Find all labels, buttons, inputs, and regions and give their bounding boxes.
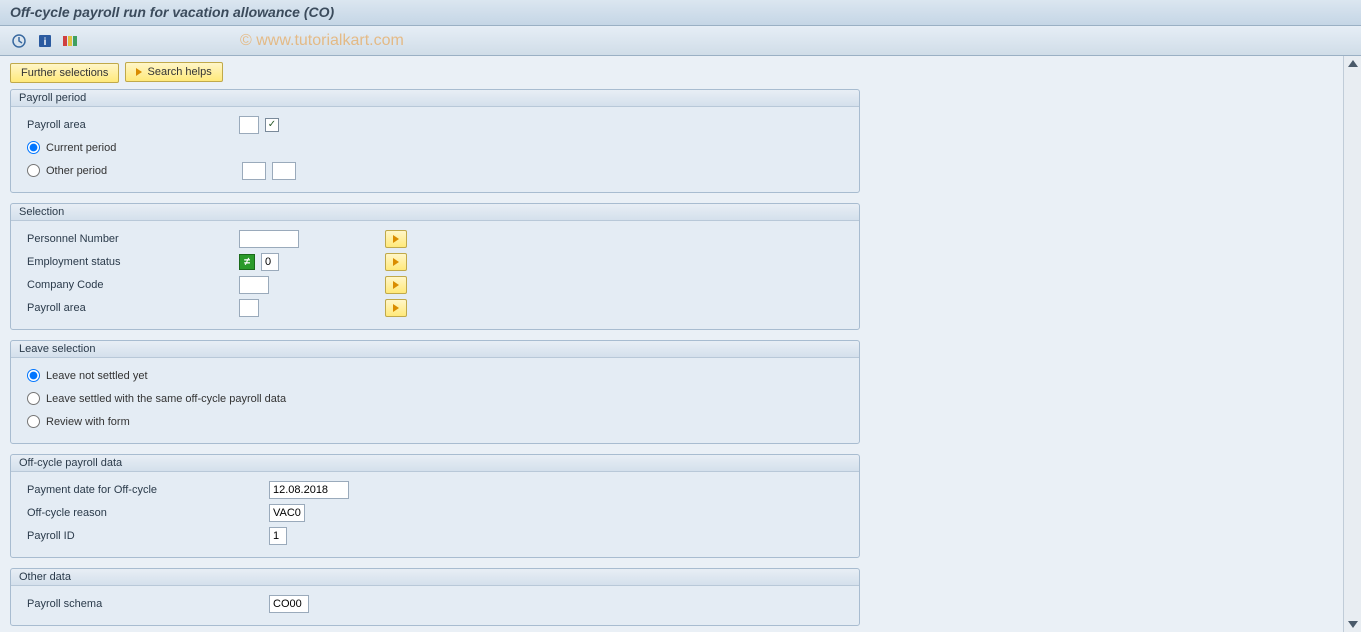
leave-not-settled-radio[interactable]: [27, 369, 40, 382]
company-code-label: Company Code: [23, 279, 233, 291]
payroll-area-sel-label: Payroll area: [23, 302, 233, 314]
other-period-label: Other period: [46, 165, 236, 177]
arrow-right-icon: [393, 304, 399, 312]
group-payroll-period: Payroll period Payroll area ✓ Current pe…: [10, 89, 860, 193]
payroll-area-checkbox[interactable]: ✓: [265, 118, 279, 132]
leave-settled-radio[interactable]: [27, 392, 40, 405]
offcycle-reason-field[interactable]: [269, 504, 305, 522]
company-code-multi-button[interactable]: [385, 276, 407, 294]
scroll-down-icon[interactable]: [1348, 621, 1358, 628]
payroll-area-field[interactable]: [239, 116, 259, 134]
other-period-from-field[interactable]: [242, 162, 266, 180]
not-equal-icon[interactable]: ≠: [239, 254, 255, 270]
offcycle-reason-label: Off-cycle reason: [23, 507, 263, 519]
main-content: Further selections Search helps Payroll …: [0, 56, 1343, 632]
arrow-right-icon: [136, 68, 142, 76]
payroll-area-label: Payroll area: [23, 119, 233, 131]
group-selection: Selection Personnel Number Employment st…: [10, 203, 860, 330]
payroll-id-field[interactable]: [269, 527, 287, 545]
execute-icon[interactable]: [10, 32, 28, 50]
personnel-number-multi-button[interactable]: [385, 230, 407, 248]
group-title-offcycle-data: Off-cycle payroll data: [11, 455, 859, 472]
personnel-number-label: Personnel Number: [23, 233, 233, 245]
other-period-radio[interactable]: [27, 164, 40, 177]
current-period-radio[interactable]: [27, 141, 40, 154]
employment-status-multi-button[interactable]: [385, 253, 407, 271]
search-helps-button[interactable]: Search helps: [125, 62, 223, 82]
payroll-area-sel-field[interactable]: [239, 299, 259, 317]
svg-text:i: i: [44, 37, 47, 48]
payment-date-field[interactable]: [269, 481, 349, 499]
group-leave-selection: Leave selection Leave not settled yet Le…: [10, 340, 860, 444]
leave-not-settled-label: Leave not settled yet: [46, 370, 148, 382]
payroll-area-multi-button[interactable]: [385, 299, 407, 317]
employment-status-label: Employment status: [23, 256, 233, 268]
personnel-number-field[interactable]: [239, 230, 299, 248]
review-form-label: Review with form: [46, 416, 130, 428]
further-selections-button[interactable]: Further selections: [10, 63, 119, 83]
payment-date-label: Payment date for Off-cycle: [23, 484, 263, 496]
other-period-to-field[interactable]: [272, 162, 296, 180]
group-title-other-data: Other data: [11, 569, 859, 586]
leave-settled-label: Leave settled with the same off-cycle pa…: [46, 393, 286, 405]
group-title-leave-selection: Leave selection: [11, 341, 859, 358]
review-form-radio[interactable]: [27, 415, 40, 428]
payroll-id-label: Payroll ID: [23, 530, 263, 542]
arrow-right-icon: [393, 281, 399, 289]
current-period-label: Current period: [46, 142, 116, 154]
group-other-data: Other data Payroll schema: [10, 568, 860, 626]
scroll-up-icon[interactable]: [1348, 60, 1358, 67]
payroll-schema-field[interactable]: [269, 595, 309, 613]
group-title-payroll-period: Payroll period: [11, 90, 859, 107]
vertical-scrollbar[interactable]: [1343, 56, 1361, 632]
info-icon[interactable]: i: [36, 32, 54, 50]
arrow-right-icon: [393, 235, 399, 243]
arrow-right-icon: [393, 258, 399, 266]
window-title: Off-cycle payroll run for vacation allow…: [0, 0, 1361, 26]
variant-icon[interactable]: [62, 32, 80, 50]
group-offcycle-data: Off-cycle payroll data Payment date for …: [10, 454, 860, 558]
search-helps-label: Search helps: [148, 66, 212, 78]
toolbar: i: [0, 26, 1361, 56]
company-code-field[interactable]: [239, 276, 269, 294]
group-title-selection: Selection: [11, 204, 859, 221]
payroll-schema-label: Payroll schema: [23, 598, 263, 610]
employment-status-field[interactable]: [261, 253, 279, 271]
